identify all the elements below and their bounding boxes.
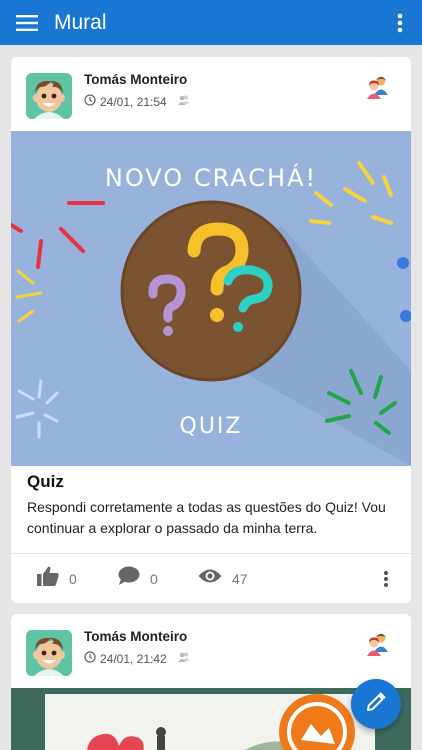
views-count: 47	[232, 570, 248, 587]
post-time: 24/01, 21:54	[100, 94, 167, 109]
post-meta: 24/01, 21:54	[84, 94, 190, 109]
avatar[interactable]	[26, 73, 72, 119]
post-time: 24/01, 21:42	[100, 651, 167, 666]
people-icon[interactable]	[365, 75, 391, 104]
clock-icon	[84, 94, 96, 109]
thumb-up-icon	[37, 566, 59, 591]
comment-button[interactable]: 0	[118, 554, 158, 603]
avatar[interactable]	[26, 630, 72, 676]
badge-image[interactable]: NOVO CRACHÁ! QUIZ	[11, 131, 411, 466]
post-title: Quiz	[27, 472, 64, 491]
post-card[interactable]: Tomás Monteiro 24/01, 21:54 NOVO CRACHÁ!…	[11, 57, 411, 603]
eye-icon	[198, 568, 222, 589]
author-name[interactable]: Tomás Monteiro	[84, 72, 187, 87]
views-indicator: 47	[198, 554, 248, 603]
post-header: Tomás Monteiro 24/01, 21:42	[11, 614, 411, 688]
author-name[interactable]: Tomás Monteiro	[84, 629, 187, 644]
compose-button[interactable]	[351, 679, 401, 729]
app-title: Mural	[54, 10, 107, 34]
post-header: Tomás Monteiro 24/01, 21:54	[11, 57, 411, 131]
menu-icon[interactable]	[0, 0, 54, 45]
comment-count: 0	[150, 570, 158, 587]
post-card[interactable]: Tomás Monteiro 24/01, 21:42	[11, 614, 411, 750]
like-button[interactable]: 0	[37, 554, 77, 603]
app-bar: Mural	[0, 0, 422, 45]
badge-heading: NOVO CRACHÁ!	[104, 164, 318, 192]
badge-label: QUIZ	[179, 414, 243, 439]
clock-icon	[84, 651, 96, 666]
post-more-icon[interactable]	[383, 554, 389, 603]
edit-icon	[366, 692, 386, 717]
group-icon	[177, 651, 190, 666]
group-icon	[177, 94, 190, 109]
post-meta: 24/01, 21:42	[84, 651, 190, 666]
people-icon[interactable]	[365, 632, 391, 661]
post-actions: 0 0 47	[11, 554, 411, 603]
comment-icon	[118, 566, 140, 591]
more-vert-icon[interactable]	[378, 0, 422, 45]
like-count: 0	[69, 570, 77, 587]
post-text: Respondi corretamente a todas as questõe…	[27, 499, 386, 536]
